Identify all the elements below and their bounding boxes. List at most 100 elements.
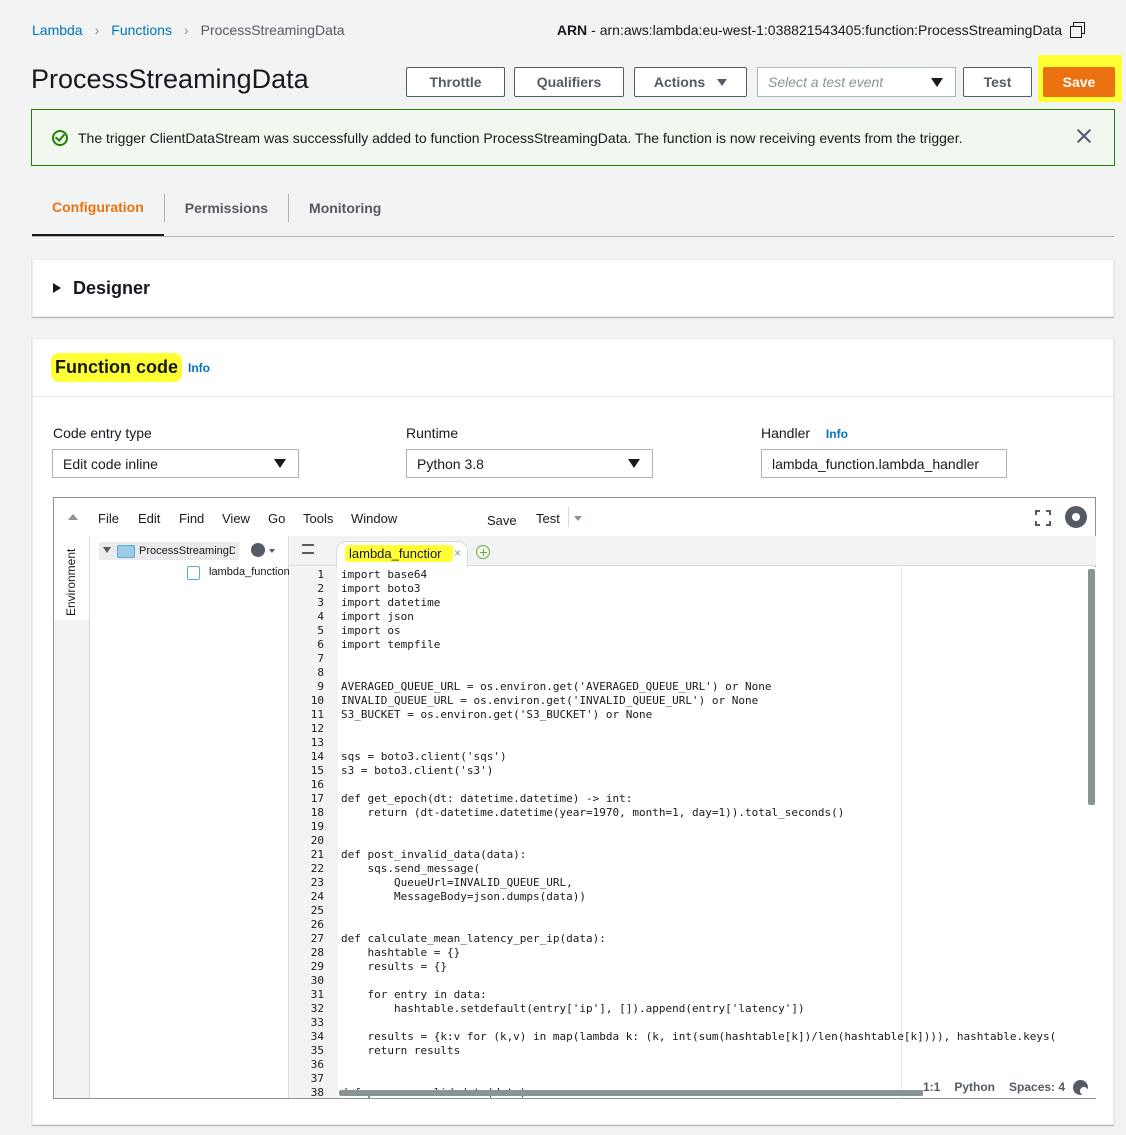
designer-panel[interactable]: Designer — [32, 259, 1114, 317]
menu-divider — [568, 507, 569, 527]
gear-icon[interactable] — [1073, 1079, 1089, 1095]
throttle-button[interactable]: Throttle — [406, 67, 505, 97]
menu-save[interactable]: Save — [487, 513, 517, 528]
code-line: 4 import json — [290, 610, 1096, 624]
code-line: 5 import os — [290, 624, 1096, 638]
tree-folder[interactable]: ProcessStreamingDa — [99, 542, 239, 560]
function-code-header: Function code Info — [33, 339, 1113, 397]
save-button[interactable]: Save — [1043, 67, 1115, 97]
line-number: 31 — [310, 988, 324, 1001]
menu-tools[interactable]: Tools — [303, 511, 333, 526]
cursor-position: 1:1 — [923, 1080, 941, 1094]
tab-permissions[interactable]: Permissions — [165, 180, 288, 236]
line-content: import base64 — [341, 568, 428, 581]
editor-tab-label: lambda_functior — [345, 545, 453, 562]
breadcrumb-current: ProcessStreamingData — [200, 22, 345, 38]
menu-find[interactable]: Find — [179, 511, 204, 526]
gear-icon[interactable] — [251, 543, 265, 557]
vertical-scrollbar[interactable] — [1088, 569, 1095, 805]
line-number: 26 — [310, 918, 324, 931]
line-number: 17 — [310, 792, 324, 805]
line-content: return results — [341, 1044, 461, 1057]
function-code-panel: Function code Info Code entry type Edit … — [32, 338, 1114, 1125]
alert-message: The trigger ClientDataStream was success… — [78, 129, 963, 146]
editor-tab-lambda-function[interactable]: lambda_functior × — [336, 541, 468, 567]
line-number: 22 — [310, 862, 324, 875]
test-event-placeholder: Select a test event — [768, 74, 884, 90]
info-link[interactable]: Info — [188, 361, 210, 375]
line-number: 11 — [310, 708, 324, 721]
code-line: 32 hashtable.setdefault(entry['ip'], [])… — [290, 1002, 1096, 1016]
line-content: sqs.send_message( — [341, 862, 481, 875]
caret-down-icon[interactable] — [574, 516, 582, 521]
test-event-select[interactable]: Select a test event — [757, 67, 956, 97]
caret-down-icon[interactable] — [269, 549, 275, 553]
collapse-icon[interactable] — [68, 514, 78, 520]
add-tab-icon[interactable] — [476, 545, 490, 559]
close-tab-icon[interactable]: × — [454, 546, 461, 560]
line-number: 4 — [317, 610, 324, 623]
code-line: 25 — [290, 904, 1096, 918]
line-content: MessageBody=json.dumps(data)) — [341, 890, 587, 903]
code-entry-select[interactable]: Edit code inline — [52, 449, 299, 478]
sidebar-rail — [54, 620, 90, 1098]
code-line: 10 INVALID_QUEUE_URL = os.environ.get('IN… — [290, 694, 1096, 708]
line-number: 33 — [310, 1016, 324, 1029]
arn-display: ARN - arn:aws:lambda:eu-west-1:038821543… — [557, 22, 1086, 38]
code-area[interactable]: 1 import base64 2 import boto3 3 import datet… — [290, 567, 1096, 1098]
line-number: 21 — [310, 848, 324, 861]
code-line: 9 AVERAGED_QUEUE_URL = os.environ.get('AV… — [290, 680, 1096, 694]
editor-status-bar: 1:1 Python Spaces: 4 — [923, 1077, 1095, 1097]
code-line: 8 — [290, 666, 1096, 680]
menu-file[interactable]: File — [98, 511, 119, 526]
tab-configuration[interactable]: Configuration — [32, 180, 164, 236]
line-number: 29 — [310, 960, 324, 973]
list-icon[interactable] — [302, 544, 314, 554]
line-content: import boto3 — [341, 582, 421, 595]
qualifiers-button[interactable]: Qualifiers — [514, 67, 624, 97]
line-number: 15 — [310, 764, 324, 777]
handler-info-link[interactable]: Info — [826, 427, 848, 441]
test-button[interactable]: Test — [963, 67, 1032, 97]
line-number: 8 — [317, 666, 324, 679]
line-number: 3 — [317, 596, 324, 609]
gear-icon[interactable] — [1065, 506, 1087, 528]
code-line: 20 — [290, 834, 1096, 848]
code-line: 15 s3 = boto3.client('s3') — [290, 764, 1096, 778]
tab-monitoring[interactable]: Monitoring — [289, 180, 401, 236]
line-content: import datetime — [341, 596, 441, 609]
environment-tab[interactable]: Environment — [54, 536, 90, 620]
menu-test[interactable]: Test — [536, 511, 560, 526]
copy-icon[interactable] — [1070, 22, 1086, 38]
code-editor: File Edit Find View Go Tools Window Save… — [53, 497, 1096, 1099]
ide-menu-bar: File Edit Find View Go Tools Window Save… — [54, 498, 1095, 536]
actions-button[interactable]: Actions — [634, 67, 747, 97]
breadcrumb-functions-link[interactable]: Functions — [111, 22, 172, 38]
line-number: 35 — [310, 1044, 324, 1057]
line-content: return (dt-datetime.datetime(year=1970, … — [341, 806, 845, 819]
menu-window[interactable]: Window — [351, 511, 397, 526]
actions-label: Actions — [653, 74, 706, 90]
code-line: 7 — [290, 652, 1096, 666]
handler-input[interactable]: lambda_function.lambda_handler — [761, 449, 1007, 478]
indent-setting[interactable]: Spaces: 4 — [1009, 1080, 1065, 1094]
language-mode[interactable]: Python — [954, 1080, 995, 1094]
code-line: 26 — [290, 918, 1096, 932]
line-number: 10 — [310, 694, 324, 707]
menu-edit[interactable]: Edit — [138, 511, 160, 526]
designer-title: Designer — [73, 277, 151, 298]
code-line: 36 — [290, 1058, 1096, 1072]
code-line: 11 S3_BUCKET = os.environ.get('S3_BUCKET'… — [290, 708, 1096, 722]
line-content: s3 = boto3.client('s3') — [341, 764, 494, 777]
qualifiers-label: Qualifiers — [536, 74, 602, 90]
line-number: 34 — [310, 1030, 324, 1043]
breadcrumb-lambda-link[interactable]: Lambda — [32, 22, 83, 38]
menu-go[interactable]: Go — [268, 511, 285, 526]
line-number: 13 — [310, 736, 324, 749]
fullscreen-icon[interactable] — [1035, 510, 1051, 526]
runtime-select[interactable]: Python 3.8 — [406, 449, 653, 478]
line-number: 38 — [310, 1086, 324, 1098]
close-icon[interactable] — [1076, 128, 1092, 144]
menu-view[interactable]: View — [222, 511, 250, 526]
breadcrumb: Lambda › Functions › ProcessStreamingDat… — [32, 22, 345, 38]
